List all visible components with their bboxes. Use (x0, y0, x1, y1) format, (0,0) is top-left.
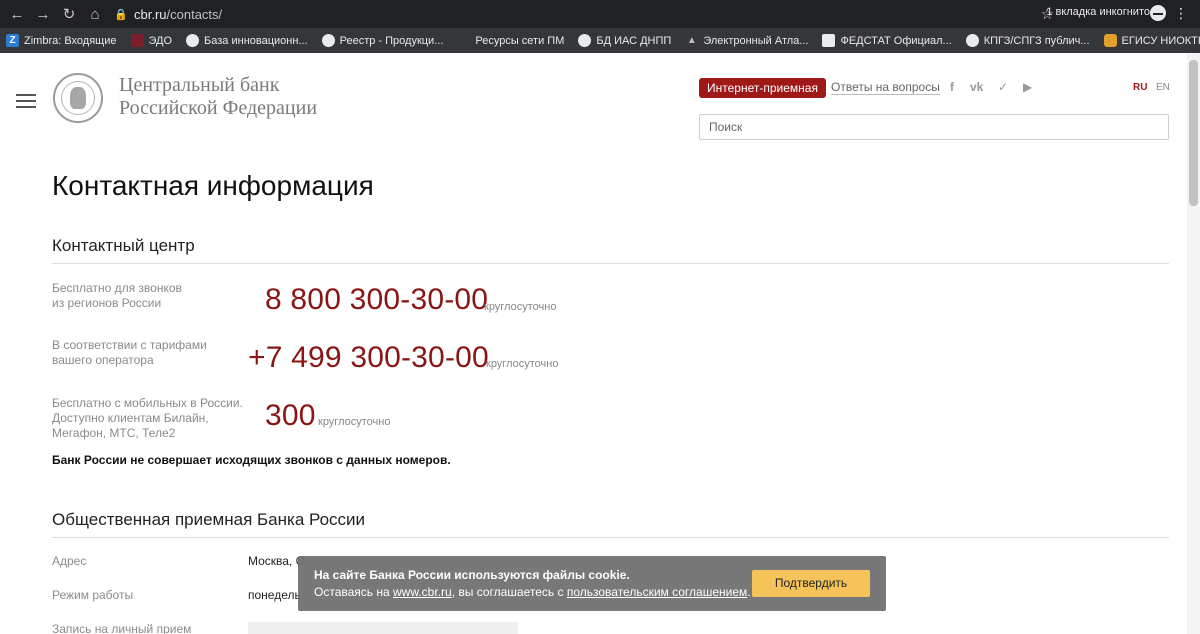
fedstat-icon (822, 34, 836, 47)
cookie-text: Оставаясь на www.cbr.ru, вы соглашаетесь… (314, 585, 751, 599)
bookmark-label: База инновационн... (204, 34, 308, 47)
bookmark-label: БД ИАС ДНПП (596, 34, 672, 47)
cbr-emblem-icon[interactable] (53, 73, 103, 123)
label-line: Бесплатно с мобильных в России. (52, 396, 243, 410)
page-title: Контактная информация (52, 170, 374, 201)
url-host: cbr.ru (134, 6, 167, 22)
bookmark-item[interactable]: Реестр - Продукци... (321, 34, 444, 47)
address-bar[interactable]: 🔒 cbr.ru /contacts/ ☆ (114, 2, 1054, 26)
phone-number-tariff[interactable]: +7 499 300-30-00 (248, 341, 489, 375)
contact-center-title: Контактный центр (52, 236, 195, 255)
lang-ru-link[interactable]: RU (1133, 82, 1147, 93)
cookie-title: На сайте Банка России используются файлы… (314, 568, 630, 582)
blank-page-icon (457, 34, 470, 47)
facebook-icon[interactable]: f (950, 80, 954, 94)
bookmark-label: Реестр - Продукци... (339, 34, 444, 47)
lang-en-link[interactable]: EN (1156, 82, 1170, 93)
bookmark-label: Zimbra: Входящие (24, 34, 117, 47)
row-label: В соответствии с тарифами вашего операто… (52, 338, 207, 368)
cookie-banner: На сайте Банка России используются файлы… (298, 556, 886, 611)
row-label: Бесплатно для звонков из регионов России (52, 281, 182, 311)
bookmark-item[interactable]: ЭДО (130, 34, 173, 47)
internet-reception-button[interactable]: Интернет-приемная (699, 78, 826, 98)
hours-label: круглосуточно (486, 358, 559, 370)
public-reception-title: Общественная приемная Банка России (52, 510, 366, 529)
site-logo-text[interactable]: Центральный банк Российской Федерации (119, 74, 317, 120)
label-line: вашего оператора (52, 353, 154, 367)
faq-link[interactable]: Ответы на вопросы (831, 80, 940, 95)
reload-icon[interactable]: ↻ (56, 1, 82, 27)
twitter-icon[interactable]: ✓ (998, 80, 1008, 94)
zimbra-icon: Z (6, 34, 19, 47)
scrollbar-thumb[interactable] (1189, 60, 1198, 206)
browser-menu-icon[interactable]: ⋮ (1174, 5, 1188, 22)
vk-icon[interactable]: vk (970, 80, 983, 94)
bookmark-item[interactable]: ЕГИСУ НИОКТР (1103, 34, 1200, 47)
globe-icon (321, 34, 335, 47)
address-value: Москва, С (248, 554, 305, 568)
incognito-icon[interactable] (1150, 5, 1166, 21)
label-line: из регионов России (52, 296, 162, 310)
bookmark-item[interactable]: ФЕДСТАТ Официал... (822, 34, 952, 47)
logo-line-1: Центральный банк (119, 74, 280, 96)
bookmark-label: ЭДО (148, 34, 173, 47)
search-input[interactable] (699, 114, 1169, 140)
phone-number-short[interactable]: 300 (265, 399, 316, 433)
url-path: /contacts/ (166, 6, 223, 22)
address-label: Адрес (52, 554, 87, 568)
label-line: Мегафон, МТС, Теле2 (52, 426, 176, 440)
bookmark-label: ФЕДСТАТ Официал... (840, 34, 952, 47)
bookmark-item[interactable]: База инновационн... (186, 34, 308, 47)
hours-of-work-label: Режим работы (52, 588, 134, 602)
youtube-icon[interactable]: ▶ (1023, 80, 1032, 94)
bookmark-item[interactable]: КПГЗ/СПГЗ публич... (965, 34, 1090, 47)
bookmark-label: КПГЗ/СПГЗ публич... (983, 34, 1090, 47)
hours-of-work-value: понедель (248, 588, 301, 602)
no-outgoing-calls-note: Банк России не совершает исходящих звонк… (52, 453, 451, 467)
cookie-confirm-button[interactable]: Подтвердить (752, 570, 870, 597)
globe-icon (186, 34, 200, 47)
database-icon (1103, 34, 1117, 47)
row-label: Бесплатно с мобильных в России. Доступно… (52, 396, 243, 441)
site-link[interactable]: www.cbr.ru (393, 585, 452, 599)
incognito-label: 1 вкладка инкогнито (1046, 6, 1150, 18)
bookmark-item[interactable]: Ресурсы сети ПМ (457, 34, 564, 47)
cookie-text-part: . (747, 585, 751, 599)
bookmarks-bar: Z Zimbra: Входящие ЭДО База инновационн... Р… (0, 28, 1200, 53)
lock-icon: 🔒 (114, 8, 128, 21)
appointment-label: Запись на личный прием (52, 622, 192, 634)
divider (52, 537, 1169, 538)
appointment-value-placeholder (248, 622, 518, 634)
label-line: Бесплатно для звонков (52, 281, 182, 295)
triangle-icon: ▲ (686, 35, 697, 46)
cookie-text-part: Оставаясь на (314, 585, 394, 599)
bookmark-label: Ресурсы сети ПМ (475, 34, 565, 47)
bookmark-item[interactable]: БД ИАС ДНПП (578, 34, 671, 47)
back-icon[interactable]: ← (4, 1, 30, 27)
forward-icon[interactable]: → (30, 1, 56, 27)
hours-label: круглосуточно (484, 301, 557, 313)
bookmark-label: Электронный Атла... (703, 34, 809, 47)
browser-toolbar: ← → ↻ ⌂ 🔒 cbr.ru /contacts/ ☆ 1 вкладка … (0, 0, 1200, 28)
cookie-text-part: , вы соглашаетесь с (451, 585, 567, 599)
hours-label: круглосуточно (318, 416, 391, 428)
user-agreement-link[interactable]: пользовательским соглашением (567, 585, 747, 599)
bookmark-item[interactable]: Z Zimbra: Входящие (6, 34, 117, 47)
label-line: В соответствии с тарифами (52, 338, 207, 352)
globe-icon (578, 34, 592, 47)
divider (52, 263, 1169, 264)
home-icon[interactable]: ⌂ (82, 1, 108, 27)
phone-number-free[interactable]: 8 800 300-30-00 (265, 283, 488, 317)
logo-line-2: Российской Федерации (119, 97, 318, 119)
globe-icon (965, 34, 979, 47)
edo-icon (130, 34, 144, 47)
hamburger-menu-icon[interactable] (16, 94, 36, 108)
bookmark-label: ЕГИСУ НИОКТР (1121, 34, 1200, 47)
bookmark-item[interactable]: ▲ Электронный Атла... (685, 34, 809, 47)
label-line: Доступно клиентам Билайн, (52, 411, 209, 425)
